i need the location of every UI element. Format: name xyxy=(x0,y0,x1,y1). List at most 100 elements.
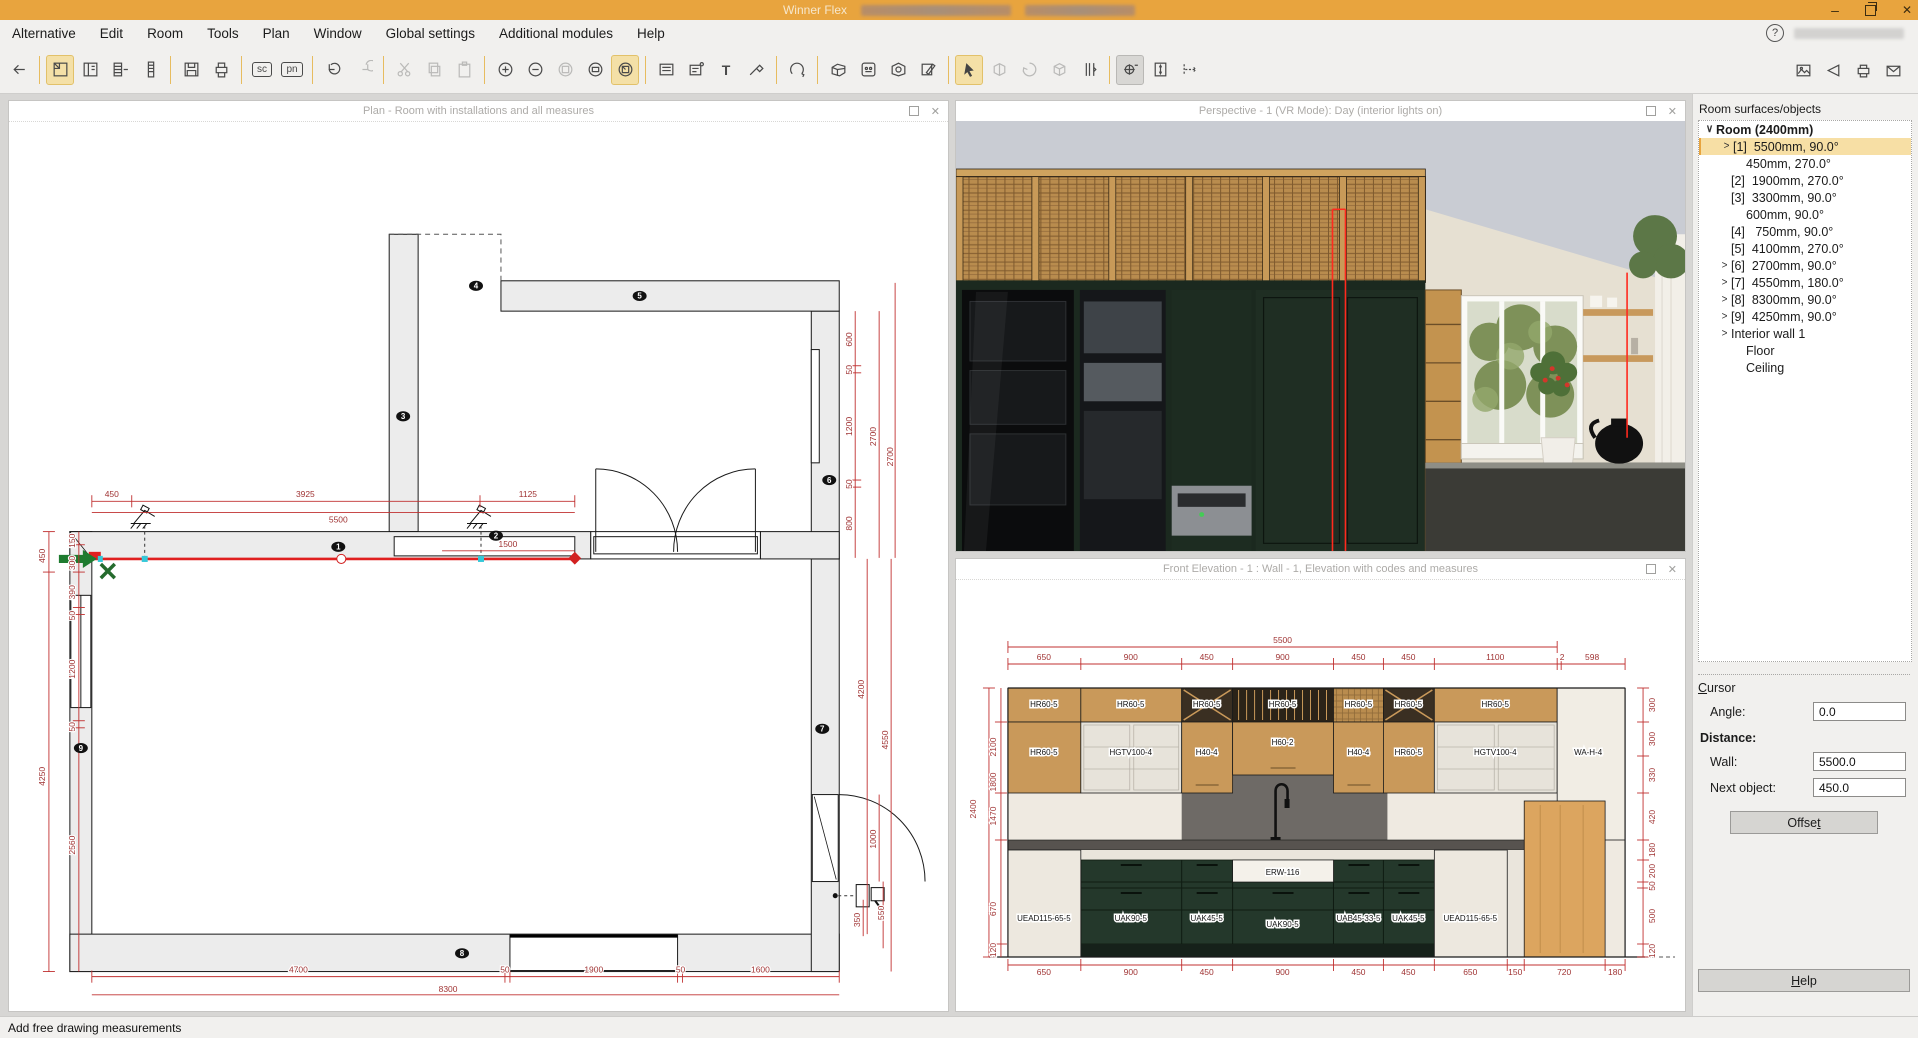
toolbar-room-photo-button[interactable] xyxy=(854,55,882,85)
maximize-icon[interactable] xyxy=(909,106,919,116)
toolbar-measure-horizontal-button[interactable] xyxy=(1176,55,1204,85)
wall-3d-icon xyxy=(829,60,848,79)
toolbar-image-button[interactable] xyxy=(1789,55,1817,85)
chevron-right-icon[interactable]: > xyxy=(1718,327,1731,339)
toolbar-cut-button[interactable] xyxy=(390,55,418,85)
tree-item[interactable]: >[6] 2700mm, 90.0° xyxy=(1699,257,1911,274)
tree-item[interactable]: >[9] 4250mm, 90.0° xyxy=(1699,308,1911,325)
tree-item[interactable]: [4] 750mm, 90.0° xyxy=(1699,223,1911,240)
toolbar-copy-button[interactable] xyxy=(420,55,448,85)
chevron-right-icon[interactable]: > xyxy=(1718,293,1731,305)
tree-item[interactable]: [2] 1900mm, 270.0° xyxy=(1699,172,1911,189)
menu-global-settings[interactable]: Global settings xyxy=(374,20,487,46)
menu-additional-modules[interactable]: Additional modules xyxy=(487,20,625,46)
toolbar-zoom-room-button[interactable] xyxy=(611,55,639,85)
perspective-render[interactable] xyxy=(956,121,1685,551)
toolbar-elevation-list-button[interactable] xyxy=(106,55,134,85)
toolbar-paste-button[interactable] xyxy=(450,55,478,85)
maximize-icon[interactable] xyxy=(1646,106,1656,116)
dimension-label: 650 xyxy=(1037,967,1051,977)
tree-item[interactable]: >[8] 8300mm, 90.0° xyxy=(1699,291,1911,308)
close-icon[interactable]: ✕ xyxy=(1668,105,1677,118)
chevron-right-icon[interactable]: > xyxy=(1718,310,1731,322)
tree-item[interactable]: Ceiling xyxy=(1699,359,1911,376)
toolbar-zoom-window-button[interactable] xyxy=(581,55,609,85)
angle-input[interactable] xyxy=(1813,702,1906,721)
toolbar-orbit-button[interactable] xyxy=(985,55,1013,85)
menu-help[interactable]: Help xyxy=(625,20,677,46)
toolbar-scale-button[interactable]: sc xyxy=(248,55,276,85)
toolbar-freehand-button[interactable] xyxy=(742,55,770,85)
elevation-window-titlebar[interactable]: Front Elevation - 1 : Wall - 1, Elevatio… xyxy=(956,559,1685,580)
tree-item[interactable]: 600mm, 90.0° xyxy=(1699,206,1911,223)
toolbar-wall-3d-button[interactable] xyxy=(824,55,852,85)
tree-item[interactable]: [5] 4100mm, 270.0° xyxy=(1699,240,1911,257)
toolbar-select-button[interactable] xyxy=(955,55,983,85)
toolbar-print-button[interactable] xyxy=(207,55,235,85)
menu-tools[interactable]: Tools xyxy=(195,20,251,46)
next-object-input[interactable] xyxy=(1813,778,1906,797)
toolbar-rotate-3d-button[interactable] xyxy=(1015,55,1043,85)
menu-plan[interactable]: Plan xyxy=(251,20,302,46)
toolbar-save-button[interactable] xyxy=(177,55,205,85)
menu-edit[interactable]: Edit xyxy=(88,20,135,46)
svg-text:2: 2 xyxy=(494,531,499,540)
tree-item[interactable]: Floor xyxy=(1699,342,1911,359)
toolbar-plan-view-button[interactable] xyxy=(46,55,74,85)
maximize-icon[interactable] xyxy=(1646,564,1656,574)
toolbar-back-button[interactable] xyxy=(5,55,33,85)
toolbar-measure-parallel-button[interactable] xyxy=(1075,55,1103,85)
chevron-down-icon[interactable]: ∨ xyxy=(1703,123,1716,135)
toolbar-pan-button[interactable]: pn xyxy=(278,55,306,85)
toolbar-send-button[interactable] xyxy=(1819,55,1847,85)
floor-plan-drawing[interactable]: 4503925112555001500450425015030039050120… xyxy=(9,121,948,1011)
elevation-drawing[interactable]: 5500650900450900450450110025986509004509… xyxy=(956,579,1685,1011)
minimize-button[interactable]: – xyxy=(1831,5,1839,15)
offset-button[interactable]: Offset xyxy=(1730,811,1878,834)
toolbar-measure-free-button[interactable] xyxy=(1116,55,1144,85)
tree-item[interactable]: ∨Room (2400mm) xyxy=(1699,121,1911,138)
dimension-label: UEAD115-65-5 xyxy=(1444,914,1498,923)
toolbar-redo-button[interactable] xyxy=(349,55,377,85)
toolbar-room-3d-button[interactable] xyxy=(884,55,912,85)
plan-window-titlebar[interactable]: Plan - Room with installations and all m… xyxy=(9,101,948,122)
toolbar-elevation-detail-button[interactable] xyxy=(136,55,164,85)
toolbar-text-button[interactable]: T xyxy=(712,55,740,85)
toolbar-measure-vertical-button[interactable] xyxy=(1146,55,1174,85)
menu-alternative[interactable]: Alternative xyxy=(0,20,88,46)
close-icon[interactable]: ✕ xyxy=(1668,563,1677,576)
toolbar-mail-button[interactable] xyxy=(1879,55,1907,85)
menu-window[interactable]: Window xyxy=(302,20,374,46)
restore-button[interactable] xyxy=(1865,5,1876,16)
close-icon[interactable]: ✕ xyxy=(931,105,940,118)
tree-item[interactable]: >[1] 5500mm, 90.0° xyxy=(1699,138,1911,155)
toolbar-sketch-button[interactable] xyxy=(914,55,942,85)
menu-room[interactable]: Room xyxy=(135,20,195,46)
toolbar-note-tag-button[interactable] xyxy=(682,55,710,85)
tree-item[interactable]: >Interior wall 1 xyxy=(1699,325,1911,342)
chevron-right-icon[interactable]: > xyxy=(1718,276,1731,288)
wall-distance-input[interactable] xyxy=(1813,752,1906,771)
toolbar-walkthrough-button[interactable] xyxy=(1045,55,1073,85)
toolbar-undo-button[interactable] xyxy=(319,55,347,85)
toolbar-zoom-previous-button[interactable] xyxy=(551,55,579,85)
toolbar-printer-button[interactable] xyxy=(1849,55,1877,85)
toolbar-zoom-out-button[interactable] xyxy=(521,55,549,85)
help-icon[interactable]: ? xyxy=(1766,24,1784,42)
help-button[interactable]: Help xyxy=(1698,969,1910,992)
tree-item[interactable]: 450mm, 270.0° xyxy=(1699,155,1911,172)
distance-heading: Distance: xyxy=(1700,731,1910,745)
tree-item[interactable]: [3] 3300mm, 90.0° xyxy=(1699,189,1911,206)
toolbar-elevation-view-button[interactable] xyxy=(76,55,104,85)
toolbar-notes-button[interactable] xyxy=(652,55,680,85)
chevron-right-icon[interactable]: > xyxy=(1720,140,1733,152)
close-button[interactable]: ✕ xyxy=(1902,3,1912,17)
toolbar-zoom-in-button[interactable] xyxy=(491,55,519,85)
chevron-right-icon[interactable]: > xyxy=(1718,259,1731,271)
tree-item-label: [1] 5500mm, 90.0° xyxy=(1733,140,1839,154)
perspective-window-titlebar[interactable]: Perspective - 1 (VR Mode): Day (interior… xyxy=(956,101,1685,122)
tree-item[interactable]: >[7] 4550mm, 180.0° xyxy=(1699,274,1911,291)
dimension-label: 1000 xyxy=(868,829,878,848)
toolbar-arc-button[interactable] xyxy=(783,55,811,85)
copy-icon xyxy=(425,60,444,79)
